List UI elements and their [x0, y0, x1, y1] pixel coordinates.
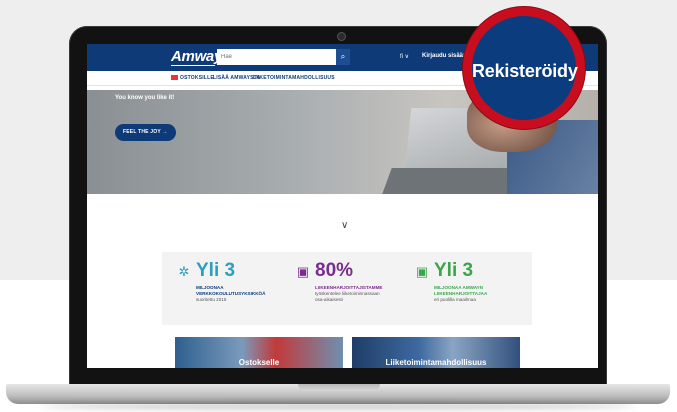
card-title: Liiketoimintamahdollisuus — [385, 358, 487, 367]
stat-training: ✲ Yli 3 MILJOONAA VERKKOKOULUTUSYKSIKKÖÄ… — [176, 260, 288, 320]
shop-flag-icon — [171, 75, 178, 80]
login-link[interactable]: Kirjaudu sisään — [422, 53, 467, 59]
nav-item-opportunity[interactable]: LIIKETOIMINTAMAHDOLLISUUS — [253, 75, 335, 81]
stat-line-2: työskentelee liiketoiminnassaan — [315, 291, 380, 296]
id-card-icon: ▣ — [296, 264, 310, 279]
feel-the-joy-button[interactable]: FEEL THE JOY → — [115, 124, 176, 141]
register-zoom-badge[interactable]: Rekisteröidy — [463, 7, 585, 129]
nav-item-shop[interactable]: OSTOKSILLE — [180, 75, 214, 81]
chevron-down-icon[interactable]: ∨ — [341, 220, 348, 231]
laptop-shadow — [40, 403, 636, 410]
card-opportunity[interactable]: Liiketoimintamahdollisuus — [352, 337, 520, 368]
card-shop[interactable]: Ostokselle — [175, 337, 343, 368]
stat-number: Yli 3 — [434, 260, 474, 281]
search-icon[interactable]: ⌕ — [336, 49, 350, 65]
search-input[interactable] — [217, 49, 336, 65]
stat-line-3: suoritettu 2015 — [196, 297, 227, 302]
award-icon: ✲ — [178, 264, 190, 279]
stat-number: Yli 3 — [196, 260, 236, 281]
camera-icon — [337, 32, 346, 41]
stat-line-2: LIIKEENHARJOITTAJAA — [434, 291, 488, 296]
laptop-notch — [298, 384, 380, 391]
register-button[interactable]: Rekisteröidy — [472, 61, 578, 82]
hero-tagline: You know you like it! — [115, 95, 175, 101]
stat-line-2: VERKKOKOULUTUSYKSIKKÖÄ — [196, 291, 266, 296]
stats-panel: ✲ Yli 3 MILJOONAA VERKKOKOULUTUSYKSIKKÖÄ… — [162, 252, 532, 325]
amway-logo[interactable]: Amway — [171, 48, 222, 65]
language-selector[interactable]: fi ∨ — [400, 53, 409, 60]
card-title: Ostokselle — [238, 358, 280, 367]
stat-distributors: ▣ Yli 3 MILJOONAA AMWAYN LIIKEENHARJOITT… — [414, 260, 526, 320]
stat-line-1: MILJOONAA — [196, 285, 224, 290]
logo-underline — [171, 65, 215, 66]
stat-line-3: eri puolilla maailmaa — [434, 297, 476, 302]
stat-parttime: ▣ 80% LIIKEENHARJOITTAJISTAMME työskente… — [295, 260, 407, 320]
stat-line-1: LIIKEENHARJOITTAJISTAMME — [315, 285, 383, 290]
stat-number: 80% — [315, 260, 354, 281]
stat-line-1: MILJOONAA AMWAYN — [434, 285, 484, 290]
stat-line-3: osa-aikaisesti — [315, 297, 343, 302]
id-card-icon: ▣ — [415, 264, 429, 279]
